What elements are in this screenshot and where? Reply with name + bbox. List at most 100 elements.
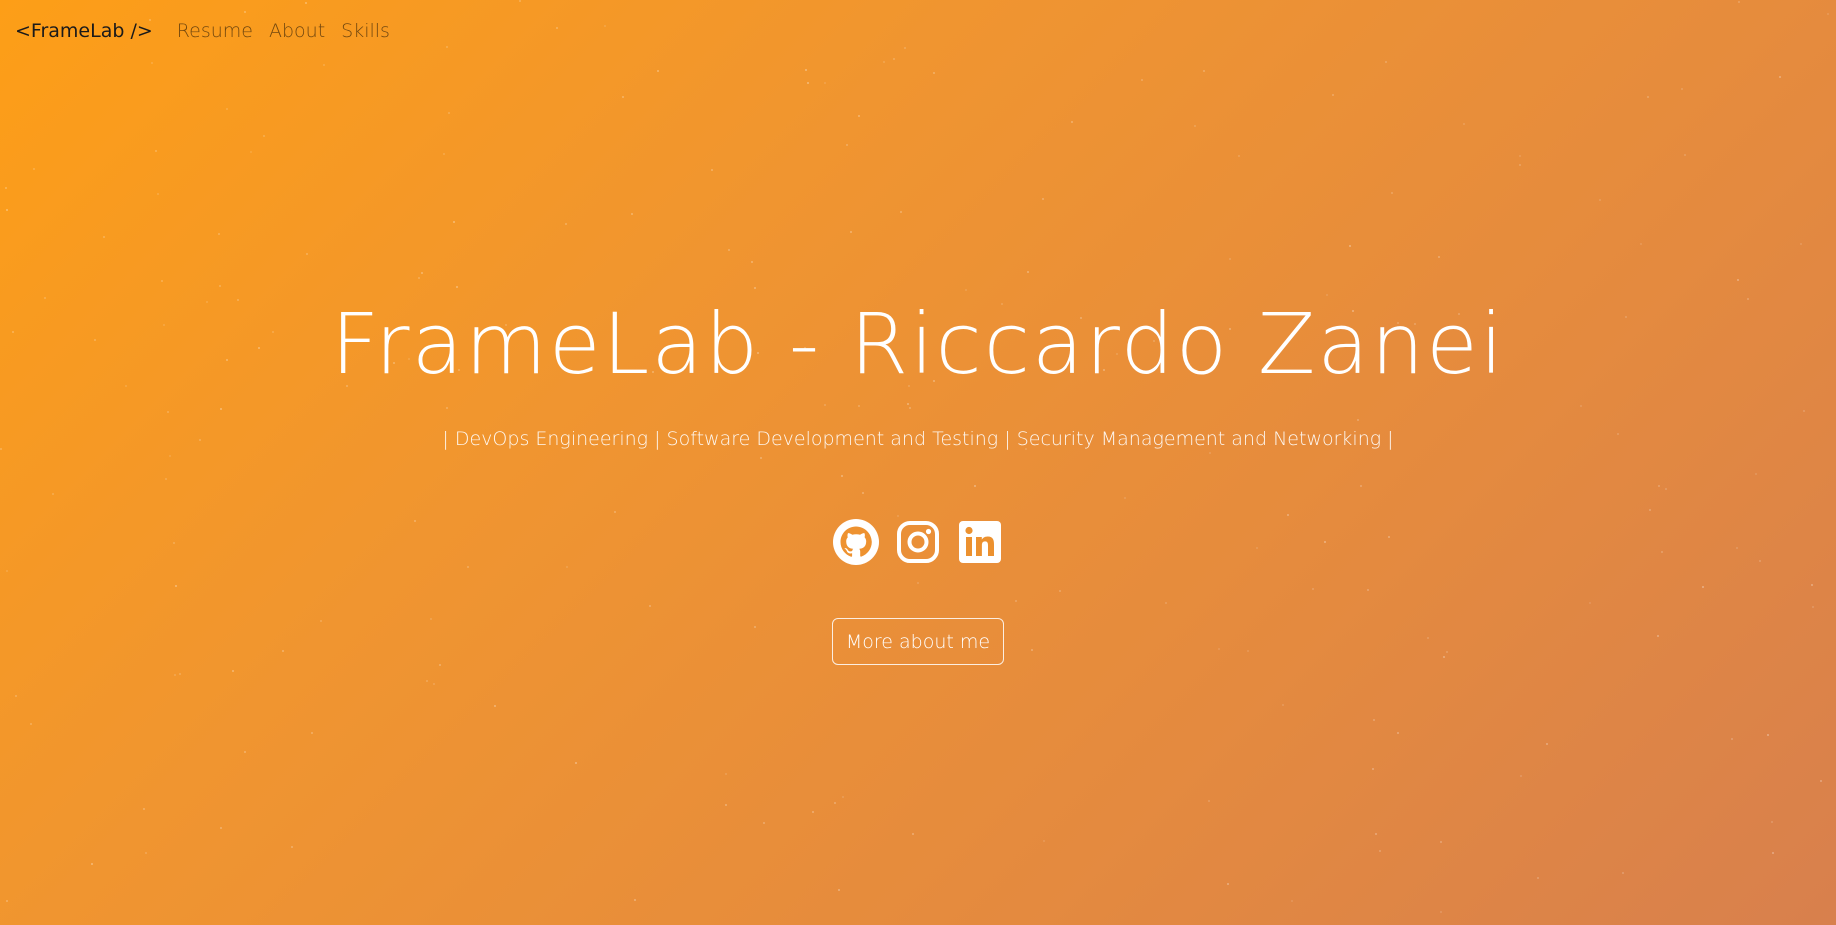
- hero-subtitle: | DevOps Engineering | Software Developm…: [442, 428, 1394, 450]
- star-speck: [1546, 743, 1548, 745]
- star-speck: [1043, 840, 1045, 842]
- star-speck: [157, 193, 159, 195]
- star-speck: [165, 478, 167, 480]
- star-speck: [631, 213, 633, 215]
- instagram-icon[interactable]: [894, 518, 942, 566]
- star-speck: [1209, 452, 1211, 454]
- star-speck: [933, 72, 935, 74]
- star-speck: [760, 457, 762, 459]
- star-speck: [467, 566, 469, 568]
- star-speck: [1332, 94, 1334, 96]
- linkedin-icon[interactable]: [956, 518, 1004, 566]
- star-speck: [1282, 704, 1284, 706]
- star-speck: [1771, 821, 1773, 823]
- star-speck: [850, 231, 852, 233]
- star-speck: [237, 299, 239, 301]
- star-speck: [1622, 872, 1624, 874]
- star-speck: [1372, 768, 1374, 770]
- star-speck: [634, 899, 636, 901]
- star-speck: [1520, 775, 1522, 777]
- star-speck: [250, 151, 252, 153]
- nav-link-resume[interactable]: Resume: [177, 20, 253, 42]
- star-speck: [846, 144, 848, 146]
- star-speck: [1373, 719, 1375, 721]
- star-speck: [161, 280, 163, 282]
- star-speck: [575, 762, 577, 764]
- star-speck: [6, 209, 8, 211]
- star-speck: [1446, 651, 1448, 653]
- star-speck: [167, 411, 169, 413]
- star-speck: [725, 804, 727, 806]
- star-speck: [448, 112, 450, 114]
- github-icon[interactable]: [832, 518, 880, 566]
- star-speck: [1291, 900, 1293, 902]
- star-speck: [1427, 637, 1429, 639]
- star-speck: [751, 261, 753, 263]
- star-speck: [320, 620, 322, 622]
- star-speck: [1203, 70, 1205, 72]
- star-speck: [226, 108, 228, 110]
- star-speck: [907, 403, 909, 405]
- star-speck: [218, 233, 220, 235]
- star-speck: [1059, 590, 1061, 592]
- star-speck: [1702, 586, 1704, 588]
- star-speck: [965, 289, 967, 291]
- star-speck: [1247, 650, 1249, 652]
- star-speck: [1360, 485, 1362, 487]
- star-speck: [1375, 833, 1377, 835]
- star-speck: [1519, 164, 1521, 166]
- star-speck: [1208, 800, 1210, 802]
- star-speck: [1367, 589, 1369, 591]
- star-speck: [824, 82, 826, 84]
- star-speck: [15, 695, 17, 697]
- star-speck: [1681, 88, 1683, 90]
- star-speck: [220, 408, 222, 410]
- star-speck: [1015, 600, 1017, 602]
- more-about-me-button[interactable]: More about me: [832, 618, 1004, 665]
- star-speck: [1440, 841, 1442, 843]
- star-speck: [1165, 602, 1167, 604]
- star-speck: [1649, 509, 1651, 511]
- star-speck: [909, 407, 911, 409]
- star-speck: [834, 802, 836, 804]
- star-speck: [91, 863, 93, 865]
- star-speck: [6, 570, 8, 572]
- star-speck: [44, 297, 46, 299]
- star-speck: [291, 846, 293, 848]
- star-speck: [263, 135, 265, 137]
- star-speck: [219, 285, 221, 287]
- star-speck: [1589, 602, 1591, 604]
- nav-link-skills[interactable]: Skills: [341, 20, 390, 42]
- star-speck: [1684, 154, 1686, 156]
- star-speck: [858, 405, 860, 407]
- star-speck: [824, 404, 826, 406]
- star-speck: [33, 168, 35, 170]
- star-speck: [179, 673, 181, 675]
- star-speck: [1463, 123, 1465, 125]
- star-speck: [1443, 656, 1445, 658]
- star-speck: [900, 211, 902, 213]
- nav-link-about[interactable]: About: [269, 20, 325, 42]
- star-speck: [52, 493, 54, 495]
- star-speck: [754, 626, 756, 628]
- star-speck: [103, 236, 105, 238]
- star-speck: [1647, 96, 1649, 98]
- star-speck: [1658, 485, 1660, 487]
- star-speck: [306, 253, 308, 255]
- star-speck: [169, 455, 171, 457]
- star-speck: [754, 287, 756, 289]
- star-speck: [1812, 606, 1814, 608]
- star-speck: [565, 223, 567, 225]
- star-speck: [282, 650, 284, 652]
- star-speck: [1141, 79, 1143, 81]
- star-speck: [456, 286, 458, 288]
- star-speck: [974, 485, 976, 487]
- star-speck: [622, 96, 624, 98]
- star-speck: [1312, 588, 1314, 590]
- star-speck: [433, 683, 435, 685]
- brand-logo-link[interactable]: <FrameLab />: [15, 20, 153, 42]
- star-speck: [5, 187, 7, 189]
- star-speck: [1124, 497, 1126, 499]
- star-speck: [812, 811, 814, 813]
- star-speck: [897, 515, 899, 517]
